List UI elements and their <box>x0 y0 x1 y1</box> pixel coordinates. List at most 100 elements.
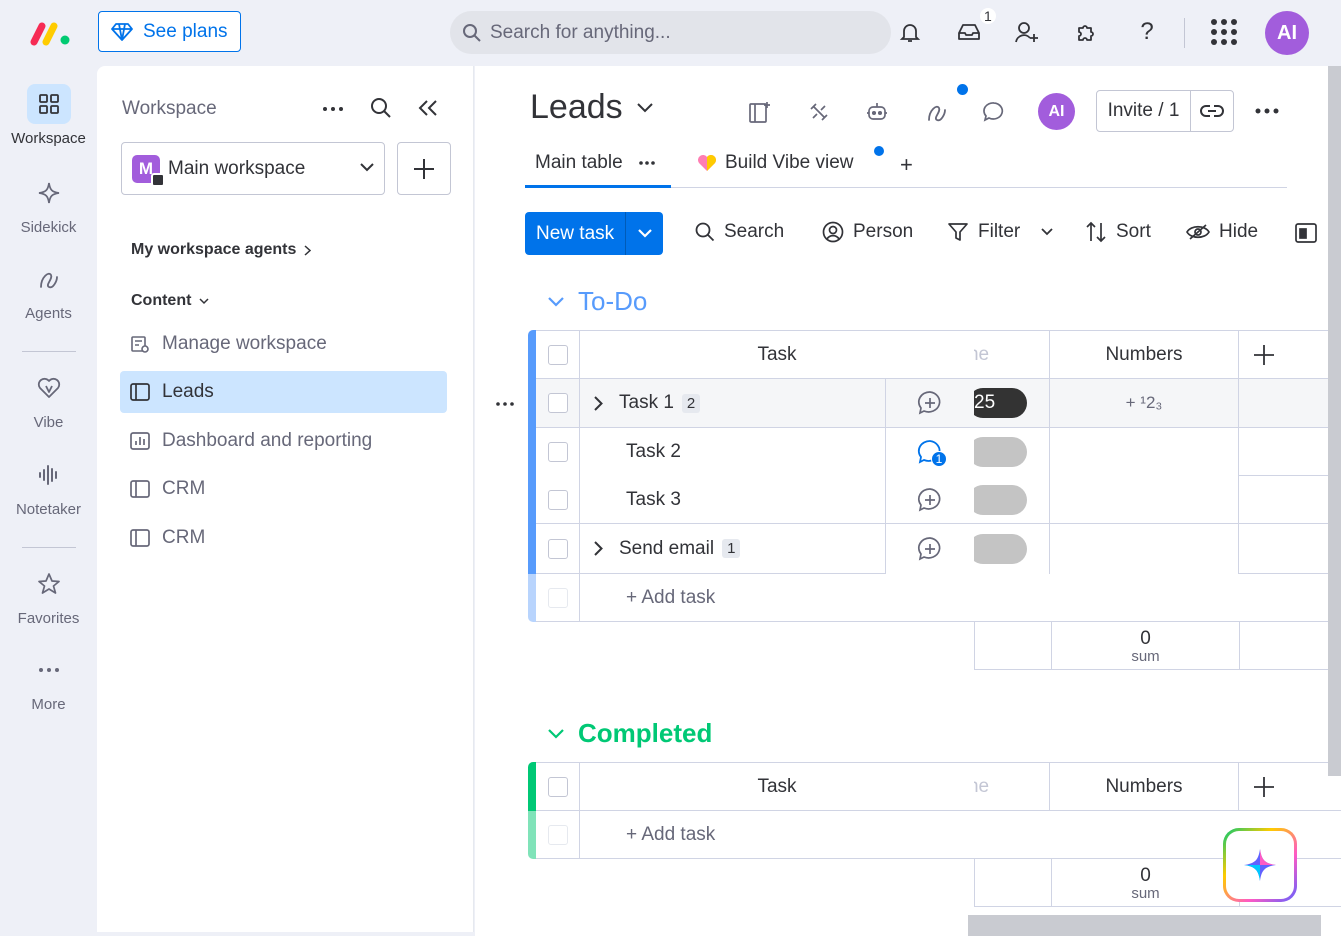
sort-tool[interactable]: Sort <box>1085 221 1151 243</box>
sidekick-floating-button[interactable] <box>1223 828 1297 902</box>
content-section-toggle[interactable]: Content <box>131 292 209 310</box>
rail-item-notetaker[interactable]: Notetaker <box>0 455 97 518</box>
numbers-cell[interactable] <box>1050 524 1239 574</box>
column-header-task[interactable]: Task <box>580 330 974 379</box>
global-search-input[interactable]: Search for anything... <box>450 11 891 54</box>
table-row-task-3[interactable]: Task 3 <box>580 476 886 524</box>
row-checkbox[interactable] <box>547 442 568 462</box>
rail-label-sidekick: Sidekick <box>20 219 77 236</box>
add-task-row[interactable]: + Add task <box>580 574 1341 622</box>
notifications-bell-icon[interactable] <box>896 18 924 46</box>
row-checkbox[interactable] <box>547 489 568 510</box>
table-row-task-1[interactable]: Task 1 2 <box>580 379 886 428</box>
rail-item-sidekick[interactable]: Sidekick <box>0 173 97 236</box>
group-title-todo[interactable]: To-Do <box>548 286 647 317</box>
new-task-button[interactable]: New task <box>525 212 663 255</box>
inbox-icon[interactable] <box>955 18 983 46</box>
invite-button[interactable]: Invite / 1 <box>1097 91 1191 131</box>
integrations-puzzle-icon[interactable] <box>1073 18 1101 46</box>
top-bar: See plans Search for anything... 1 ? AI <box>0 0 1341 66</box>
rail-item-workspace[interactable]: Workspace <box>0 84 97 147</box>
search-tool[interactable]: Search <box>695 221 784 243</box>
vertical-scrollbar[interactable] <box>1328 66 1341 776</box>
add-view-button[interactable]: + <box>900 152 913 178</box>
chevron-down-icon[interactable] <box>1041 228 1053 236</box>
row-more-icon[interactable] <box>496 393 518 415</box>
automation-robot-icon[interactable] <box>865 100 889 124</box>
updates-chat-icon[interactable] <box>982 100 1006 124</box>
table-row-send-email[interactable]: Send email 1 <box>580 524 886 574</box>
expand-chevron-icon[interactable] <box>594 395 603 411</box>
rail-item-agents[interactable]: Agents <box>0 259 97 322</box>
user-avatar[interactable]: AI <box>1265 11 1309 55</box>
timeline-cell[interactable]: 25 <box>974 379 1050 428</box>
add-update-icon[interactable] <box>886 379 974 428</box>
hide-tool[interactable]: Hide <box>1186 221 1258 243</box>
monday-logo-icon[interactable] <box>30 20 74 46</box>
sidebar-item-crm[interactable]: CRM <box>120 468 447 510</box>
workspace-selector[interactable]: M Main workspace <box>121 142 385 195</box>
tab-vibe-view[interactable]: Build Vibe view <box>697 152 854 174</box>
add-column-button[interactable] <box>1239 330 1341 379</box>
horizontal-scrollbar[interactable] <box>968 915 1321 936</box>
agent-icon[interactable] <box>925 100 949 124</box>
help-question-icon[interactable]: ? <box>1133 18 1161 46</box>
group-title-completed[interactable]: Completed <box>548 718 712 749</box>
sidebar-item-manage-workspace[interactable]: Manage workspace <box>120 323 447 365</box>
board-member-avatar[interactable]: AI <box>1038 93 1075 130</box>
board-title[interactable]: Leads <box>530 88 653 127</box>
sidebar-item-dashboard[interactable]: Dashboard and reporting <box>120 420 447 462</box>
sidekick-panel-icon[interactable] <box>748 100 772 124</box>
sidebar-item-crm[interactable]: CRM <box>120 517 447 559</box>
column-header-numbers[interactable]: Numbers <box>1050 330 1239 379</box>
board-more-icon[interactable] <box>1255 108 1279 114</box>
new-task-dropdown-icon[interactable] <box>626 229 663 238</box>
chevron-down-icon <box>360 163 374 172</box>
numbers-sum[interactable]: 0 sum <box>1051 859 1240 907</box>
add-column-button[interactable] <box>1239 762 1341 811</box>
chevron-down-icon[interactable] <box>548 728 564 739</box>
add-update-icon[interactable] <box>886 524 974 574</box>
select-all-checkbox[interactable] <box>547 776 568 797</box>
filter-tool[interactable]: Filter <box>947 221 1053 243</box>
timeline-cell[interactable] <box>974 476 1050 524</box>
invite-members-icon[interactable] <box>1013 18 1041 46</box>
tab-main-table[interactable]: Main table <box>535 152 655 174</box>
column-header-timeline[interactable]: Timeline <box>974 762 1050 811</box>
expand-chevron-icon[interactable] <box>594 541 603 556</box>
table-row-task-2[interactable]: Task 2 <box>580 428 886 476</box>
select-all-checkbox[interactable] <box>547 344 568 365</box>
updates-icon[interactable]: 1 <box>886 428 974 476</box>
column-header-timeline[interactable]: Timeline <box>974 330 1050 379</box>
see-plans-button[interactable]: See plans <box>98 11 241 52</box>
timeline-cell[interactable] <box>974 524 1050 574</box>
layout-panel-icon[interactable] <box>1295 223 1317 243</box>
add-item-button[interactable] <box>397 142 451 195</box>
copy-link-icon[interactable] <box>1191 91 1233 131</box>
numbers-sum[interactable]: 0 sum <box>1051 622 1240 670</box>
workspace-more-icon[interactable] <box>322 106 344 112</box>
column-header-numbers[interactable]: Numbers <box>1050 762 1239 811</box>
row-checkbox[interactable] <box>547 393 568 413</box>
tab-more-icon[interactable] <box>638 161 655 165</box>
sidebar-item-leads[interactable]: Leads <box>120 371 447 413</box>
numbers-cell[interactable]: + ¹2₃ <box>1050 379 1239 428</box>
workspace-avatar: M <box>132 154 165 187</box>
integrate-icon[interactable] <box>807 100 831 124</box>
chevron-down-icon[interactable] <box>548 296 564 307</box>
person-filter-tool[interactable]: Person <box>822 221 913 243</box>
workspace-search-icon[interactable] <box>370 97 392 119</box>
timeline-cell[interactable] <box>974 428 1050 476</box>
apps-grid-icon[interactable] <box>1210 18 1238 46</box>
rail-item-favorites[interactable]: Favorites <box>0 564 97 627</box>
add-update-icon[interactable] <box>886 476 974 524</box>
chat-updates-icon: 1 <box>917 439 947 467</box>
rail-item-more[interactable]: More <box>0 650 97 713</box>
numbers-cell[interactable] <box>1050 428 1239 524</box>
collapse-panel-icon[interactable] <box>418 99 438 117</box>
group-table-completed: Task Timeline Numbers + Add task <box>528 762 1341 859</box>
workspace-agents-link[interactable]: My workspace agents <box>131 241 312 259</box>
column-header-task[interactable]: Task <box>580 762 974 811</box>
row-checkbox[interactable] <box>547 538 568 559</box>
rail-item-vibe[interactable]: Vibe <box>0 368 97 431</box>
